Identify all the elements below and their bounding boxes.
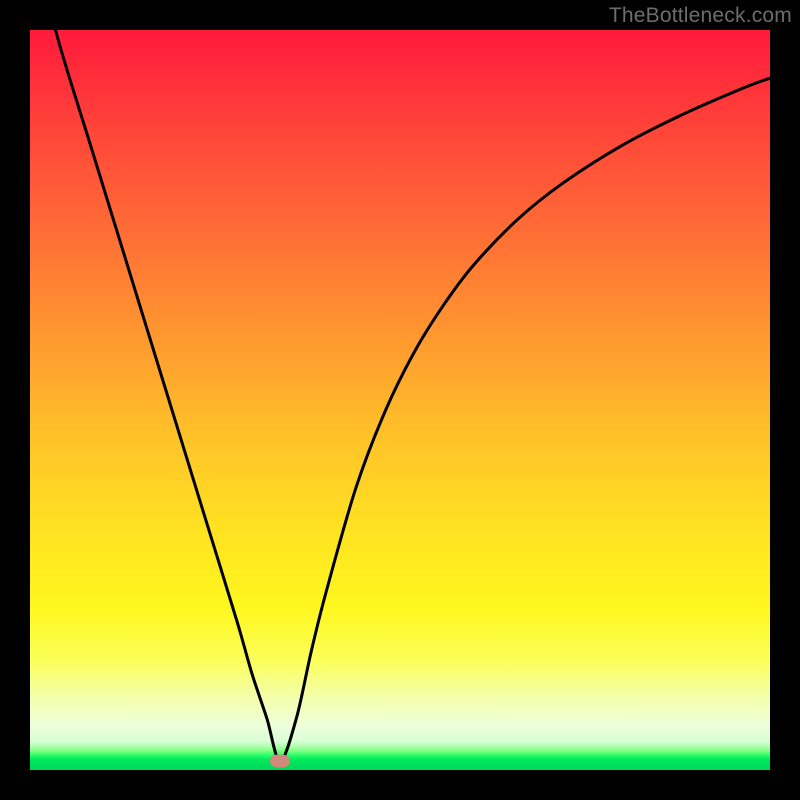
chart-frame: TheBottleneck.com [0,0,800,800]
bottleneck-curve [30,30,770,761]
plot-area [30,30,770,770]
watermark-text: TheBottleneck.com [609,4,792,28]
curve-svg [30,30,770,770]
minimum-marker [270,755,290,768]
